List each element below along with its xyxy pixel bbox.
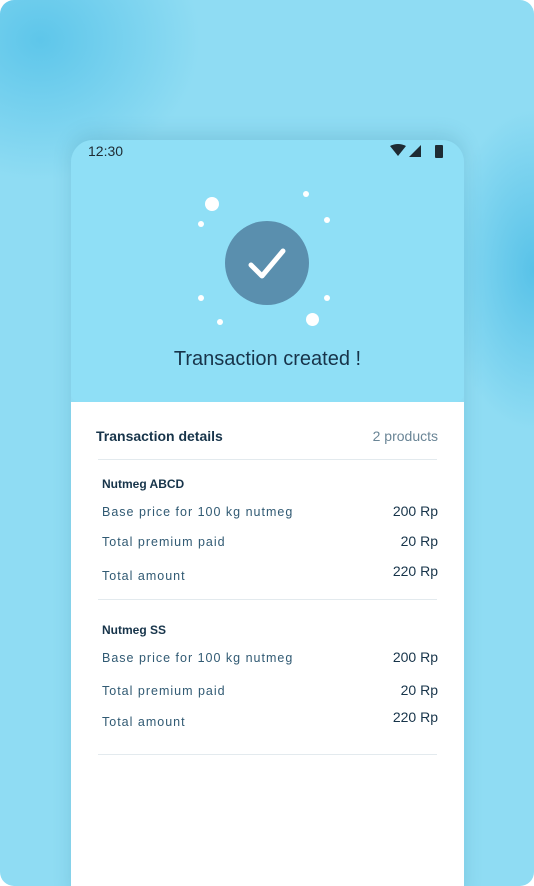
details-title: Transaction details [96,428,223,444]
checkmark-icon [248,248,286,279]
price-label: Base price for 100 kg nutmeg [102,505,294,519]
price-value: 200 Rp [392,503,438,519]
phone-screen: 12:30 Transaction created ! Transaction … [71,140,464,886]
details-header: Transaction details 2 products [96,428,438,448]
product-count: 2 products [372,428,438,444]
confetti-dot [303,191,309,197]
premium-value: 20 Rp [400,682,438,698]
status-time: 12:30 [88,143,124,159]
transaction-created-title: Transaction created ! [173,348,362,370]
status-icons [390,144,446,158]
divider [98,599,437,600]
price-value: 200 Rp [392,649,438,665]
product-name: Nutmeg SS [102,623,167,637]
confetti-dot [217,319,223,325]
success-header: 12:30 Transaction created ! [71,140,464,402]
confetti-dot [198,295,204,301]
price-label: Base price for 100 kg nutmeg [102,651,294,665]
premium-label: Total premium paid [102,684,226,698]
total-row: Total amount 220 Rp [102,709,438,729]
confetti-dot [198,221,204,227]
total-value: 220 Rp [392,709,438,725]
total-value: 220 Rp [392,563,438,579]
divider [98,459,437,460]
premium-value: 20 Rp [400,533,438,549]
price-row: Base price for 100 kg nutmeg 200 Rp [102,503,438,521]
total-label: Total amount [102,569,186,583]
premium-label: Total premium paid [102,535,226,549]
confetti-dot [324,217,330,223]
divider [98,754,437,755]
confetti-dot [306,313,319,326]
product-name: Nutmeg ABCD [102,477,185,491]
confetti-dot [324,295,330,301]
transaction-details-card: Transaction details 2 products Nutmeg AB… [71,402,464,886]
total-label: Total amount [102,715,186,729]
battery-icon [435,145,443,158]
app-background: 12:30 Transaction created ! Transaction … [0,0,534,886]
total-row: Total amount 220 Rp [102,563,438,583]
premium-row: Total premium paid 20 Rp [102,533,438,551]
signal-icon [409,145,421,157]
confetti-dot [205,197,219,211]
premium-row: Total premium paid 20 Rp [102,682,438,700]
success-check-badge [225,221,309,305]
price-row: Base price for 100 kg nutmeg 200 Rp [102,649,438,667]
wifi-icon [390,144,406,156]
